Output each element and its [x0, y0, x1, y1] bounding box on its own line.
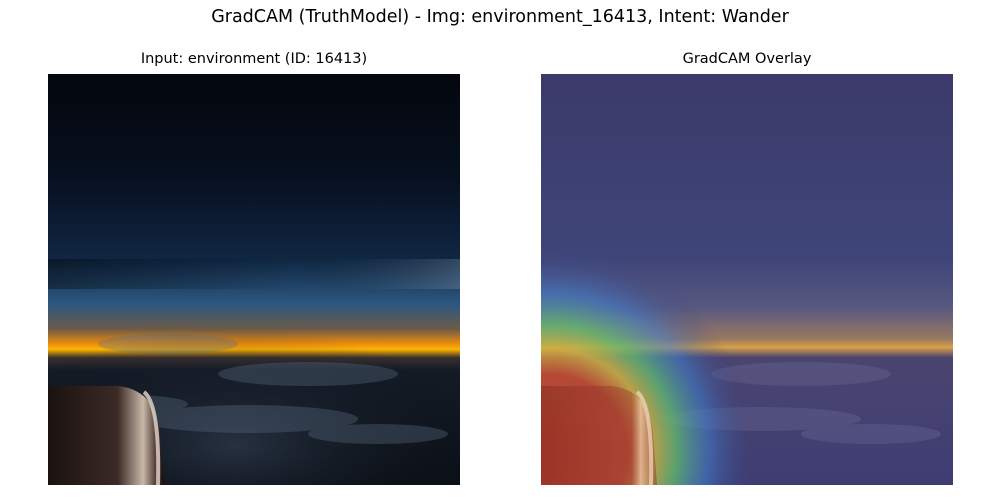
input-image	[48, 74, 460, 485]
airplane-window-sunset-icon	[48, 74, 460, 485]
figure-title: GradCAM (TruthModel) - Img: environment_…	[211, 7, 789, 27]
gradcam-heatmap-icon	[541, 74, 953, 485]
input-panel-title: Input: environment (ID: 16413)	[140, 51, 368, 67]
gradcam-overlay-image	[541, 74, 953, 485]
overlay-panel-title: GradCAM Overlay	[682, 51, 812, 67]
